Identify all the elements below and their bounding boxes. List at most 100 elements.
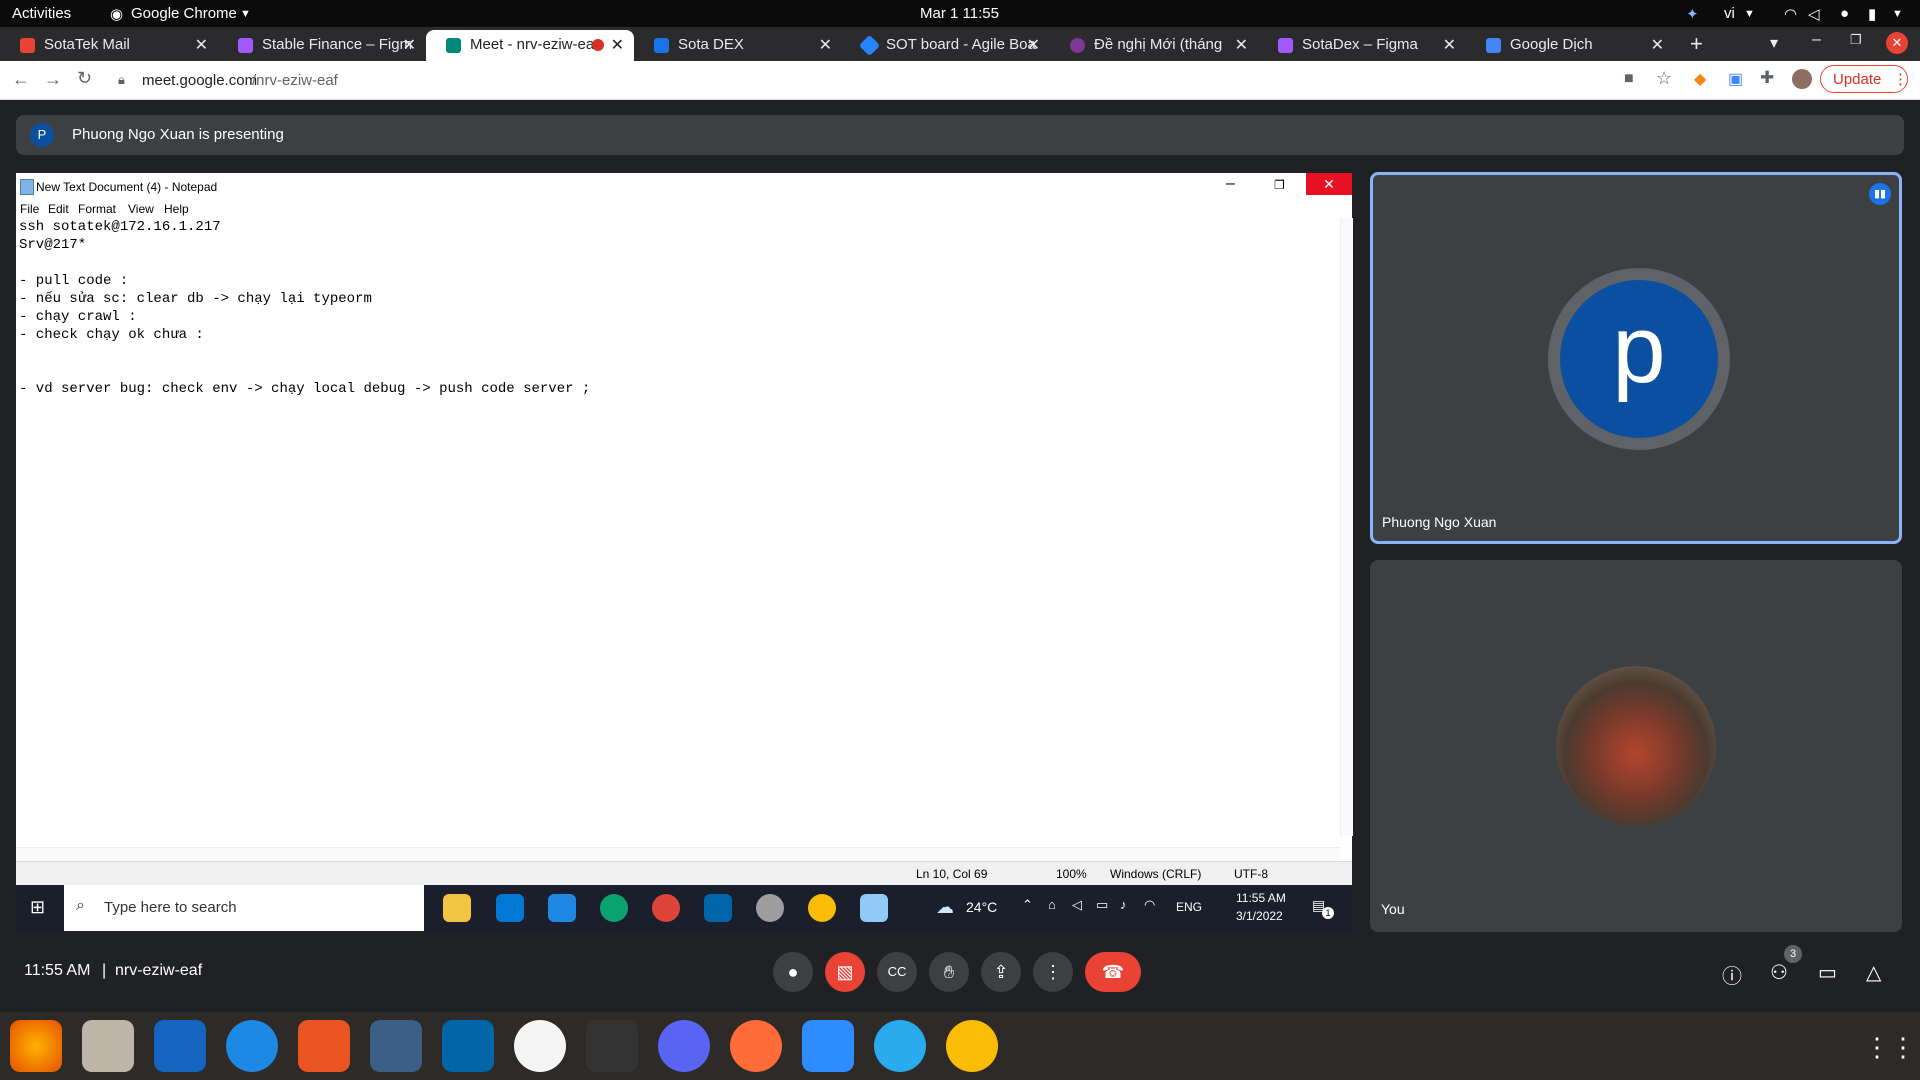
- input-method[interactable]: vi: [1724, 5, 1735, 22]
- translate-extension-icon[interactable]: ▣: [1728, 69, 1743, 89]
- telegram-icon[interactable]: [874, 1020, 926, 1072]
- tab-search-icon[interactable]: ▾: [1770, 33, 1778, 53]
- profile-avatar[interactable]: [1792, 69, 1812, 89]
- file-explorer-icon[interactable]: [443, 894, 471, 922]
- restore-icon[interactable]: ❐: [1850, 32, 1862, 48]
- close-icon[interactable]: ✕: [1027, 35, 1040, 55]
- tab-sotatek-mail[interactable]: SotaTek Mail ✕: [0, 30, 218, 61]
- close-icon[interactable]: ✕: [195, 35, 208, 55]
- help-icon[interactable]: [226, 1020, 278, 1072]
- battery-icon[interactable]: ▮: [1868, 5, 1876, 23]
- bookmark-star-icon[interactable]: ☆: [1656, 68, 1672, 89]
- tab-sota-dex[interactable]: Sota DEX ✕: [634, 30, 842, 61]
- metamask-icon[interactable]: ◆: [1694, 69, 1706, 89]
- mic-icon[interactable]: ●: [1840, 5, 1849, 22]
- mongodb-compass-icon[interactable]: [514, 1020, 566, 1072]
- close-icon[interactable]: ✕: [1235, 35, 1248, 55]
- tab-de-nghi[interactable]: Đề nghị Mới (tháng ✕: [1050, 30, 1258, 61]
- volume-icon[interactable]: ◁: [1808, 5, 1820, 23]
- weather-temp[interactable]: 24°C: [966, 899, 997, 915]
- close-icon[interactable]: ✕: [1443, 35, 1456, 55]
- back-icon[interactable]: ←: [12, 69, 30, 90]
- firefox-icon[interactable]: [10, 1020, 62, 1072]
- close-icon[interactable]: ✕: [819, 35, 832, 55]
- notepad-editor[interactable]: ssh sotatek@172.16.1.217 Srv@217* - pull…: [19, 218, 1334, 814]
- update-button[interactable]: Update ⋮: [1820, 65, 1908, 93]
- camera-icon[interactable]: ■: [1624, 70, 1634, 88]
- menu-view[interactable]: View: [128, 202, 154, 216]
- show-apps-icon[interactable]: ⋮⋮⋮: [1864, 1032, 1920, 1063]
- chrome-profile-icon[interactable]: [652, 894, 680, 922]
- mysql-workbench-icon[interactable]: [370, 1020, 422, 1072]
- more-options-button[interactable]: ⋮: [1033, 952, 1073, 992]
- chrome-icon[interactable]: [808, 894, 836, 922]
- vscode-dock-icon[interactable]: [442, 1020, 494, 1072]
- participant-tile-presenter[interactable]: ▮▮ p Phuong Ngo Xuan: [1370, 172, 1902, 544]
- clock[interactable]: Mar 1 11:55: [920, 5, 999, 22]
- close-icon[interactable]: ✕: [1651, 35, 1664, 55]
- close-window-icon[interactable]: ✕: [1886, 32, 1908, 54]
- hang-up-button[interactable]: ☎︎: [1085, 952, 1141, 992]
- camera-off-button[interactable]: ▧: [825, 952, 865, 992]
- menu-edit[interactable]: Edit: [48, 202, 69, 216]
- tab-stable-finance[interactable]: Stable Finance – Figma ✕: [218, 30, 426, 61]
- paint-icon[interactable]: [756, 894, 784, 922]
- close-icon[interactable]: ✕: [611, 35, 624, 55]
- tray-speaker-icon[interactable]: ♪: [1120, 897, 1127, 912]
- minimize-icon[interactable]: –: [1812, 31, 1821, 49]
- app-menu[interactable]: Google Chrome: [131, 5, 237, 22]
- activities-button[interactable]: Activities: [12, 5, 71, 22]
- windows-start-icon[interactable]: ⊞: [30, 897, 45, 918]
- taskbar-date[interactable]: 3/1/2022: [1236, 909, 1283, 923]
- vertical-scrollbar[interactable]: [1340, 218, 1353, 836]
- menu-help[interactable]: Help: [164, 202, 189, 216]
- people-icon[interactable]: ⚇: [1770, 960, 1788, 985]
- close-icon[interactable]: ✕: [403, 35, 416, 55]
- menu-format[interactable]: Format: [78, 202, 116, 216]
- software-icon[interactable]: [298, 1020, 350, 1072]
- tray-chevron-icon[interactable]: ⌃: [1022, 897, 1033, 913]
- address-bar[interactable]: 🔒︎ meet.google.com /nrv-eziw-eaf: [108, 66, 1608, 94]
- horizontal-scrollbar[interactable]: [16, 847, 1340, 862]
- forward-icon[interactable]: →: [44, 69, 62, 90]
- edge-icon[interactable]: [600, 894, 628, 922]
- files-icon[interactable]: [82, 1020, 134, 1072]
- minimize-icon[interactable]: –: [1226, 175, 1235, 193]
- mail-icon[interactable]: [548, 894, 576, 922]
- chrome-dock-icon[interactable]: [946, 1020, 998, 1072]
- tab-meet[interactable]: Meet - nrv-eziw-eaf ✕: [426, 30, 634, 61]
- input-language[interactable]: ENG: [1176, 900, 1202, 914]
- chat-icon[interactable]: ▭: [1818, 960, 1837, 985]
- store-icon[interactable]: [496, 894, 524, 922]
- extensions-icon[interactable]: ✚: [1760, 68, 1774, 88]
- teams-icon[interactable]: ✦: [1686, 5, 1699, 23]
- participant-tile-self[interactable]: You: [1370, 560, 1902, 932]
- zoom-icon[interactable]: [802, 1020, 854, 1072]
- present-button[interactable]: ⇪: [981, 952, 1021, 992]
- reload-icon[interactable]: ↻: [77, 68, 92, 89]
- close-icon[interactable]: ✕: [1306, 173, 1352, 195]
- tab-google-dich[interactable]: Google Dịch ✕: [1466, 30, 1674, 61]
- new-tab-button[interactable]: +: [1690, 31, 1703, 57]
- vscode-icon[interactable]: [704, 894, 732, 922]
- info-icon[interactable]: ⓘ: [1722, 960, 1742, 989]
- captions-button[interactable]: CC: [877, 952, 917, 992]
- terminal-icon[interactable]: [586, 1020, 638, 1072]
- activities-icon[interactable]: △: [1866, 960, 1881, 985]
- wifi-icon[interactable]: ◠: [1784, 5, 1797, 23]
- tray-volume-icon[interactable]: ◁: [1072, 897, 1082, 913]
- tab-sotadex-figma[interactable]: SotaDex – Figma ✕: [1258, 30, 1466, 61]
- restore-icon[interactable]: ❐: [1274, 178, 1285, 192]
- notepad-taskbar-icon[interactable]: [860, 894, 888, 922]
- windows-search-box[interactable]: ⌕ Type here to search: [64, 885, 424, 931]
- system-menu-chevron-icon[interactable]: ▼: [1892, 8, 1903, 20]
- raise-hand-button[interactable]: ✋︎: [929, 952, 969, 992]
- menu-file[interactable]: File: [20, 202, 39, 216]
- tray-network-icon[interactable]: ⌂: [1048, 897, 1056, 912]
- writer-icon[interactable]: [154, 1020, 206, 1072]
- tray-battery-icon[interactable]: ▭: [1096, 897, 1108, 913]
- discord-icon[interactable]: [658, 1020, 710, 1072]
- mic-button[interactable]: ●: [773, 952, 813, 992]
- taskbar-time[interactable]: 11:55 AM: [1236, 891, 1286, 905]
- tab-sot-board[interactable]: SOT board - Agile Board ✕: [842, 30, 1050, 61]
